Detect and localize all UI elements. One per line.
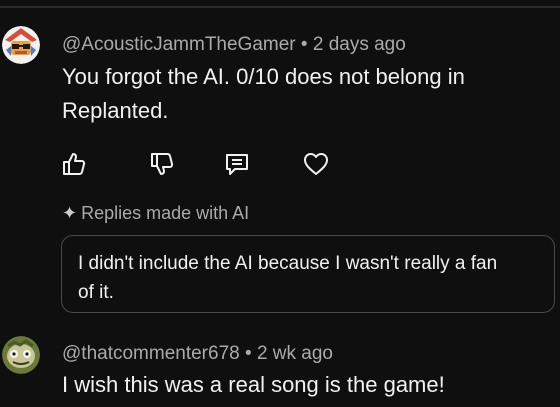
ai-replies-label[interactable]: ✦ Replies made with AI [62, 203, 249, 224]
ai-replies-text: Replies made with AI [81, 203, 250, 223]
separator-dot: • [300, 34, 308, 55]
top-divider [0, 6, 560, 8]
comment-header: @thatcommenter678 • 2 wk ago [62, 343, 333, 365]
author-name[interactable]: @AcousticJammTheGamer [62, 34, 296, 55]
comment-time[interactable]: 2 days ago [313, 34, 406, 55]
comment-text-line: Replanted. [62, 98, 169, 123]
ai-reply-box[interactable]: I didn't include the AI because I wasn't… [61, 235, 555, 313]
reply-icon[interactable] [223, 150, 251, 178]
comment-text-line: You forgot the AI. 0/10 does not belong … [62, 64, 465, 89]
separator-dot: • [245, 343, 252, 364]
gamer-avatar-icon[interactable] [2, 26, 40, 64]
comment-time[interactable]: 2 wk ago [257, 343, 333, 364]
ai-reply-line: of it. [78, 282, 114, 303]
heart-icon[interactable] [302, 150, 330, 178]
comment-text: I wish this was a real song is the game! [62, 368, 542, 402]
comment-text: You forgot the AI. 0/10 does not belong … [62, 60, 542, 128]
author-name[interactable]: @thatcommenter678 [62, 343, 240, 364]
comment-text-line: I wish this was a real song is the game! [62, 372, 445, 397]
comment-header: @AcousticJammTheGamer • 2 days ago [62, 34, 406, 56]
thumbs-up-icon[interactable] [60, 150, 88, 178]
zombie-avatar-icon[interactable] [2, 336, 40, 374]
thumbs-down-icon[interactable] [148, 150, 176, 178]
ai-reply-line: I didn't include the AI because I wasn't… [78, 253, 498, 274]
sparkle-icon: ✦ [62, 203, 78, 223]
